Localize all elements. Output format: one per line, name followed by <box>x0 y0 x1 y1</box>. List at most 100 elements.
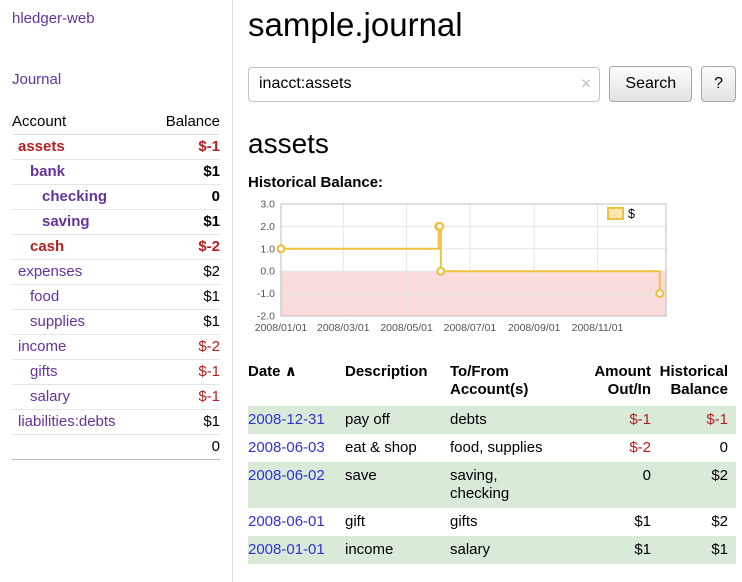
account-row: expenses $2 <box>12 260 220 285</box>
col-date-sort[interactable]: Date ∧ <box>248 361 345 406</box>
transaction-accounts: food, supplies <box>450 434 583 462</box>
svg-text:0.0: 0.0 <box>260 266 275 278</box>
transaction-balance: $1 <box>659 536 736 564</box>
account-row: checking0 <box>12 185 220 210</box>
transaction-row: 2008-06-01giftgifts$1$2 <box>248 508 736 536</box>
transaction-amount: 0 <box>583 462 659 508</box>
account-balance: $2 <box>149 260 220 285</box>
main-content: sample.journal × Search ? assets Histori… <box>233 0 742 582</box>
transaction-description: income <box>345 536 450 564</box>
transaction-balance: $2 <box>659 462 736 508</box>
account-row: income $-2 <box>12 335 220 360</box>
account-link[interactable]: cash <box>30 238 64 255</box>
register-table: Date ∧ Description To/From Account(s) Am… <box>248 361 736 564</box>
search-button[interactable]: Search <box>609 66 692 102</box>
accounts-table: Account Balance assets$-1bank$1checking0… <box>12 110 220 460</box>
col-accounts: To/From Account(s) <box>450 361 583 406</box>
chart-title: Historical Balance: <box>248 174 736 191</box>
transaction-description: gift <box>345 508 450 536</box>
transaction-accounts: salary <box>450 536 583 564</box>
transaction-description: pay off <box>345 406 450 434</box>
accounts-total-row: 0 <box>12 435 220 460</box>
account-row: gifts $-1 <box>12 360 220 385</box>
app-title-link[interactable]: hledger-web <box>12 10 95 27</box>
transaction-date-link[interactable]: 2008-06-03 <box>248 439 325 456</box>
transaction-accounts: gifts <box>450 508 583 536</box>
search-form: × Search ? <box>248 66 736 102</box>
svg-text:2008/07/01: 2008/07/01 <box>444 322 497 334</box>
account-balance: $-2 <box>149 235 220 260</box>
account-balance: $-1 <box>149 135 220 160</box>
account-row: cash $-2 <box>12 235 220 260</box>
account-row: bank $1 <box>12 160 220 185</box>
svg-text:2008/03/01: 2008/03/01 <box>317 322 370 334</box>
account-row: assets $-1 <box>12 135 220 160</box>
account-link[interactable]: gifts <box>30 363 58 380</box>
account-link[interactable]: checking <box>42 188 107 205</box>
account-link[interactable]: expenses <box>18 263 82 280</box>
transaction-date-link[interactable]: 2008-06-01 <box>248 513 325 530</box>
accounts-header-row: Account Balance <box>12 110 220 135</box>
account-balance: $1 <box>149 210 220 235</box>
account-balance: $1 <box>149 410 220 435</box>
col-historical-balance: Historical Balance <box>659 361 736 406</box>
transaction-row: 2008-06-02 savesaving, checking0$2 <box>248 462 736 508</box>
account-link[interactable]: food <box>30 288 59 305</box>
page-title: sample.journal <box>248 6 736 44</box>
account-link[interactable]: salary <box>30 388 70 405</box>
transaction-row: 2008-06-03eat & shopfood, supplies$-20 <box>248 434 736 462</box>
svg-text:2.0: 2.0 <box>260 221 275 233</box>
col-date-label: Date <box>248 363 281 380</box>
transaction-accounts: saving, checking <box>450 462 583 508</box>
transaction-date-link[interactable]: 2008-01-01 <box>248 541 325 558</box>
account-row: supplies$1 <box>12 310 220 335</box>
help-button[interactable]: ? <box>701 66 736 102</box>
transaction-date-link[interactable]: 2008-06-02 <box>248 467 325 484</box>
account-link[interactable]: income <box>18 338 66 355</box>
transaction-balance: $-1 <box>659 406 736 434</box>
account-heading: assets <box>248 128 736 160</box>
svg-text:-1.0: -1.0 <box>257 288 275 300</box>
search-box: × <box>248 67 600 102</box>
col-description: Description <box>345 361 450 406</box>
account-row: salary $-1 <box>12 385 220 410</box>
transaction-balance: 0 <box>659 434 736 462</box>
account-balance: $-1 <box>149 385 220 410</box>
historical-balance-chart[interactable]: 3.02.01.00.0-1.0-2.02008/01/012008/03/01… <box>248 199 736 337</box>
sort-asc-icon: ∧ <box>285 363 297 380</box>
transaction-description: save <box>345 462 450 508</box>
account-row: liabilities:debts $1 <box>12 410 220 435</box>
accounts-col-balance: Balance <box>149 110 220 135</box>
svg-text:2008/05/01: 2008/05/01 <box>380 322 433 334</box>
account-link[interactable]: supplies <box>30 313 85 330</box>
col-amount: Amount Out/In <box>583 361 659 406</box>
svg-text:2008/01/01: 2008/01/01 <box>255 322 308 334</box>
app-title: hledger-web <box>12 10 220 27</box>
account-balance: $-1 <box>149 360 220 385</box>
legend-swatch <box>608 208 623 219</box>
transaction-amount: $1 <box>583 508 659 536</box>
sidebar: hledger-web Journal Account Balance asse… <box>0 0 233 582</box>
svg-text:3.0: 3.0 <box>260 199 275 211</box>
accounts-total-balance: 0 <box>149 435 220 460</box>
account-link[interactable]: bank <box>30 163 65 180</box>
search-input[interactable] <box>248 67 600 102</box>
clear-search-icon[interactable]: × <box>581 74 592 92</box>
account-link[interactable]: liabilities:debts <box>18 413 116 430</box>
account-balance: $1 <box>149 160 220 185</box>
sidebar-item-journal[interactable]: Journal <box>12 71 220 88</box>
svg-text:2008/09/01: 2008/09/01 <box>508 322 561 334</box>
chart-canvas: 3.02.01.00.0-1.0-2.02008/01/012008/03/01… <box>248 199 672 337</box>
legend-label: $ <box>628 207 635 221</box>
svg-text:2008/11/01: 2008/11/01 <box>572 322 624 334</box>
transaction-amount: $1 <box>583 536 659 564</box>
transaction-amount: $-1 <box>583 406 659 434</box>
account-balance: $1 <box>149 285 220 310</box>
transaction-row: 2008-12-31pay offdebts$-1$-1 <box>248 406 736 434</box>
account-link[interactable]: assets <box>18 138 65 155</box>
account-link[interactable]: saving <box>42 213 90 230</box>
transaction-description: eat & shop <box>345 434 450 462</box>
transaction-date-link[interactable]: 2008-12-31 <box>248 411 325 428</box>
svg-text:1.0: 1.0 <box>260 243 275 255</box>
account-balance: $-2 <box>149 335 220 360</box>
